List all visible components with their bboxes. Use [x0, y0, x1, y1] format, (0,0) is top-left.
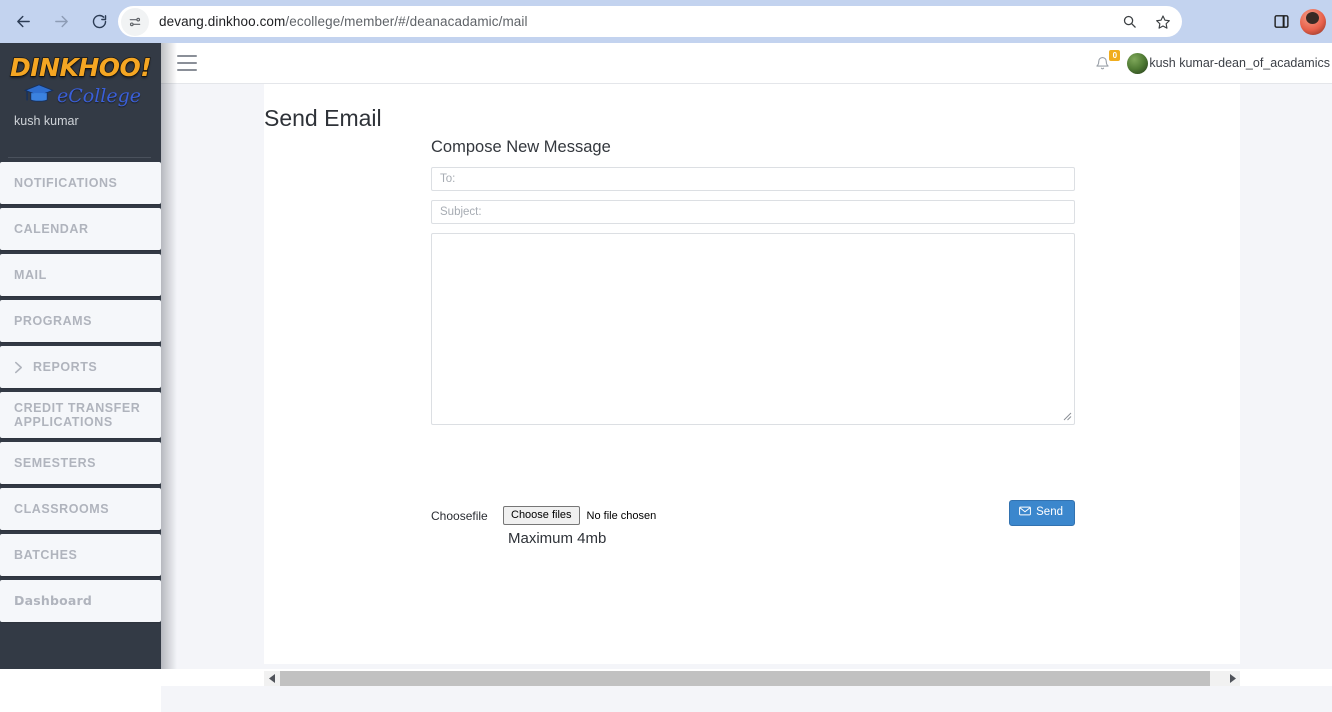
sidebar-item-label: CALENDAR — [14, 221, 89, 236]
brand-logo[interactable]: DINKHOO! eCollege kush kumar — [0, 43, 161, 146]
graduation-cap-icon — [23, 83, 55, 110]
page-title: Send Email — [264, 105, 382, 131]
sidebar-item-label: CREDIT TRANSFER APPLICATIONS — [14, 400, 141, 429]
bell-icon[interactable]: 0 — [1089, 50, 1121, 76]
send-button[interactable]: Send — [1009, 500, 1075, 526]
sidebar-item-classrooms[interactable]: CLASSROOMS — [0, 488, 161, 530]
max-size-note: Maximum 4mb — [508, 530, 607, 547]
sidebar-item-dashboard[interactable]: Dashboard — [0, 580, 161, 622]
compose-form: Compose New Message Choosefile Choose fi… — [431, 138, 1075, 547]
compose-heading: Compose New Message — [431, 138, 611, 156]
url-domain: devang.dinkhoo.com — [159, 14, 286, 29]
app-header: 0 kush kumar-dean_of_acadamics — [161, 43, 1332, 84]
sidebar-item-label: Dashboard — [14, 592, 93, 608]
sidebar-nav: NOTIFICATIONS CALENDAR MAIL PROGRAMS REP… — [0, 162, 161, 622]
subject-field[interactable] — [431, 200, 1075, 224]
sidebar-username: kush kumar — [14, 114, 79, 128]
scroll-left-arrow-icon[interactable] — [264, 671, 280, 686]
bottom-strip — [161, 686, 1332, 712]
scrollbar-thumb[interactable] — [280, 671, 1210, 686]
sidebar-item-label: REPORTS — [33, 359, 98, 374]
file-upload-row: Choosefile Choose files No file chosen — [431, 506, 1075, 525]
sidebar-item-reports[interactable]: REPORTS — [0, 346, 161, 388]
no-file-chosen-text: No file chosen — [586, 509, 657, 522]
forward-arrow-icon[interactable] — [46, 7, 76, 37]
content-panel: Send Email Compose New Message Choosefil… — [264, 84, 1240, 664]
sidebar-item-credit-transfer-applications[interactable]: CREDIT TRANSFER APPLICATIONS — [0, 392, 161, 438]
site-settings-icon[interactable] — [121, 7, 149, 36]
sidebar-item-notifications[interactable]: NOTIFICATIONS — [0, 162, 161, 204]
sidebar-item-programs[interactable]: PROGRAMS — [0, 300, 161, 342]
back-arrow-icon[interactable] — [8, 7, 38, 37]
notification-badge: 0 — [1109, 50, 1121, 61]
sidebar-divider — [8, 157, 151, 158]
sidebar-item-semesters[interactable]: SEMESTERS — [0, 442, 161, 484]
logo-dinkhoo-text: DINKHOO! — [9, 53, 152, 82]
logo-ecollege-text: eCollege — [56, 85, 141, 107]
sidebar-item-label: SEMESTERS — [14, 455, 97, 470]
sidebar-item-calendar[interactable]: CALENDAR — [0, 208, 161, 250]
header-username[interactable]: kush kumar-dean_of_acadamics — [1149, 56, 1330, 70]
message-body-field[interactable] — [431, 233, 1075, 425]
sidebar-item-batches[interactable]: BATCHES — [0, 534, 161, 576]
send-button-label: Send — [1036, 506, 1063, 518]
horizontal-scrollbar[interactable] — [264, 671, 1240, 686]
sidebar-item-label: BATCHES — [14, 547, 78, 562]
envelope-icon — [1019, 506, 1032, 520]
sidebar-item-label: PROGRAMS — [14, 313, 93, 328]
url-text: devang.dinkhoo.com/ecollege/member/#/dea… — [159, 14, 528, 29]
sidebar: DINKHOO! eCollege kush kumar NOTIFICATIO… — [0, 43, 161, 669]
scroll-right-arrow-icon[interactable] — [1224, 671, 1240, 686]
hamburger-icon[interactable] — [177, 55, 197, 71]
choose-file-label: Choosefile — [431, 508, 488, 523]
sidebar-item-label: MAIL — [14, 267, 47, 282]
header-right-group: 0 kush kumar-dean_of_acadamics — [1089, 50, 1332, 76]
page-body: DINKHOO! eCollege kush kumar NOTIFICATIO… — [0, 43, 1332, 712]
sidebar-item-label: CLASSROOMS — [14, 501, 110, 516]
avatar[interactable] — [1127, 52, 1149, 74]
url-path: /ecollege/member/#/deanacadamic/mail — [285, 14, 528, 29]
bookmark-star-icon[interactable] — [1148, 7, 1178, 37]
browser-toolbar: devang.dinkhoo.com/ecollege/member/#/dea… — [0, 0, 1332, 43]
side-panel-icon[interactable] — [1268, 9, 1294, 35]
to-field[interactable] — [431, 167, 1075, 191]
reload-icon[interactable] — [84, 7, 114, 37]
scrollbar-track[interactable] — [280, 671, 1224, 686]
profile-avatar[interactable] — [1300, 8, 1326, 35]
search-icon[interactable] — [1114, 7, 1144, 37]
sidebar-item-label: NOTIFICATIONS — [14, 175, 118, 190]
file-input[interactable]: Choose files No file chosen — [503, 506, 656, 525]
chevron-right-icon — [14, 361, 23, 374]
choose-files-button[interactable]: Choose files — [503, 506, 580, 525]
sidebar-item-mail[interactable]: MAIL — [0, 254, 161, 296]
address-bar[interactable]: devang.dinkhoo.com/ecollege/member/#/dea… — [118, 6, 1182, 37]
